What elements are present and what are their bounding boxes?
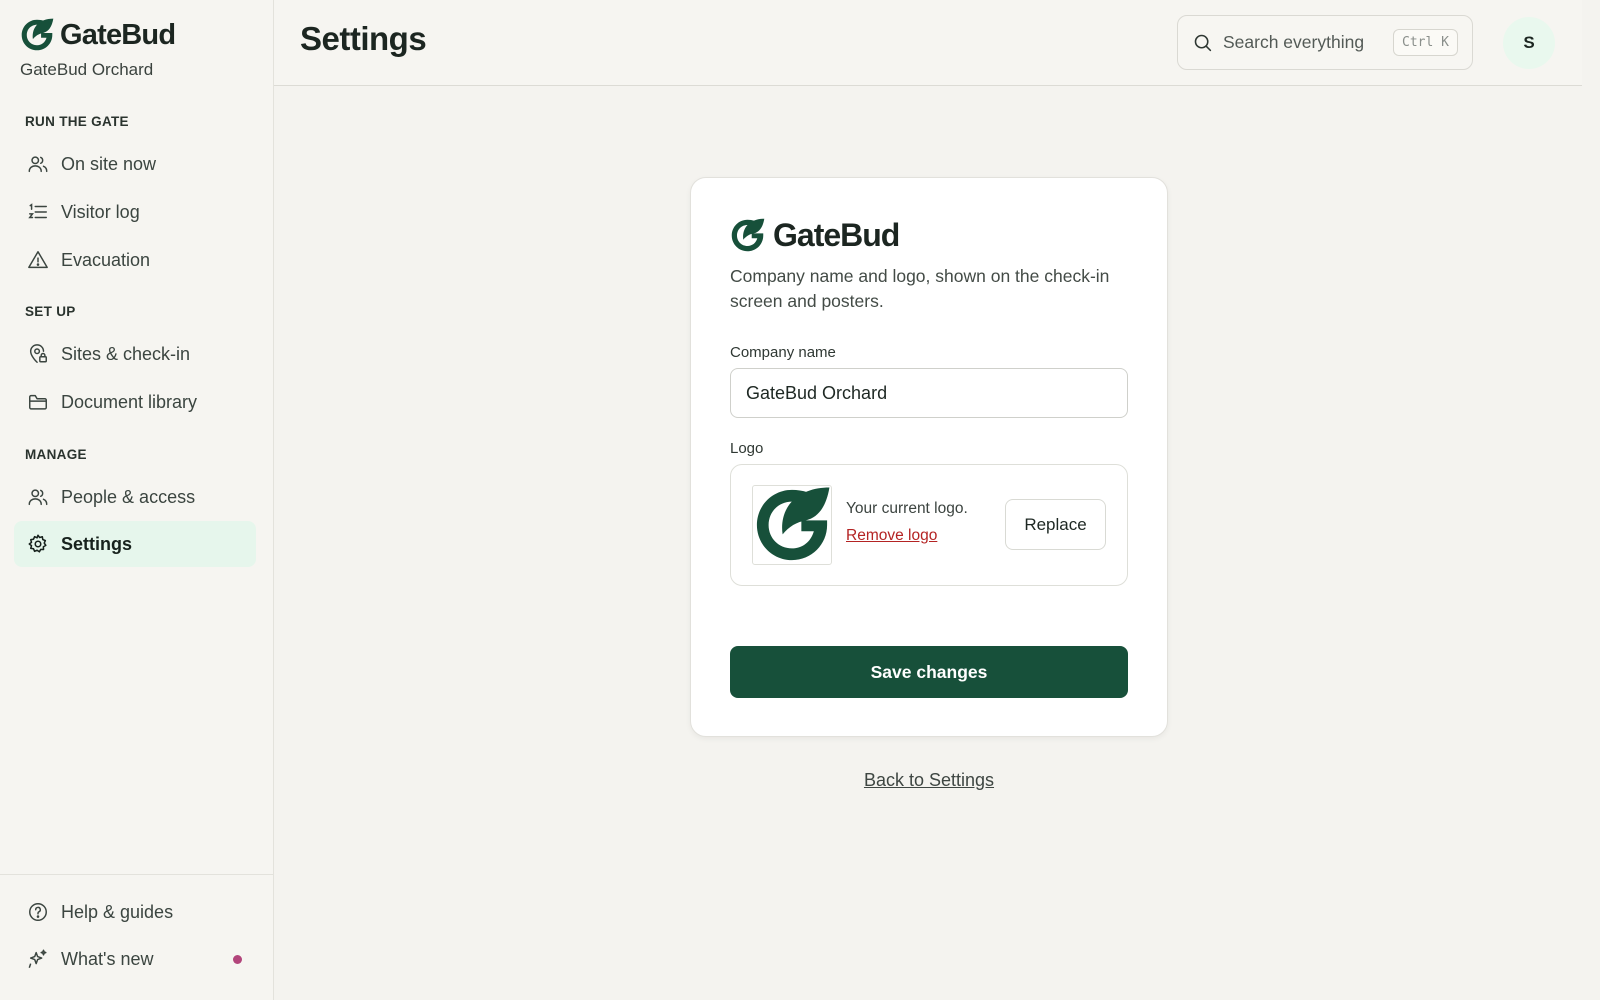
nav-section-run-the-gate: RUN THE GATE <box>25 114 129 129</box>
logo-label: Logo <box>730 440 764 457</box>
top-bar: Settings Search everything Ctrl K S <box>274 0 1582 86</box>
brand-name: GateBud <box>60 18 176 51</box>
avatar[interactable]: S <box>1503 17 1555 69</box>
sidebar-item-label: Document library <box>61 391 198 412</box>
card-brand-name: GateBud <box>773 217 900 253</box>
sidebar-item-label: Sites & check-in <box>61 343 191 364</box>
gatebud-logo-icon <box>730 218 765 253</box>
sidebar-item-label: On site now <box>61 153 157 174</box>
sparkle-icon <box>28 949 47 968</box>
replace-logo-button[interactable]: Replace <box>1005 499 1106 550</box>
gatebud-logo-icon <box>753 486 831 564</box>
nav-section-manage: MANAGE <box>25 447 87 462</box>
sidebar-item-label: What's new <box>61 948 154 969</box>
sidebar-item-visitor-log[interactable]: Visitor log <box>14 189 256 235</box>
help-icon <box>29 903 47 921</box>
people-icon <box>28 156 48 173</box>
sidebar-item-help[interactable]: Help & guides <box>14 889 256 935</box>
sidebar-item-label: People & access <box>61 486 196 507</box>
company-name-label: Company name <box>730 344 836 361</box>
sidebar-item-sites-check-in[interactable]: Sites & check-in <box>14 331 256 377</box>
new-indicator-dot <box>233 955 242 964</box>
sidebar-item-label: Settings <box>61 533 133 554</box>
brand-logo[interactable]: GateBud <box>20 18 176 52</box>
sidebar-item-people-access[interactable]: People & access <box>14 474 256 520</box>
nav-section-set-up: SET UP <box>25 304 76 319</box>
sidebar-item-whats-new[interactable]: What's new <box>14 936 256 982</box>
company-settings-card: GateBud Company name and logo, shown on … <box>690 177 1168 737</box>
search-icon <box>1194 34 1212 52</box>
sidebar-item-document-library[interactable]: Document library <box>14 379 256 425</box>
search-input[interactable]: Search everything Ctrl K <box>1177 15 1473 70</box>
sidebar-footer: Help & guides What's new <box>0 874 273 1000</box>
logo-preview <box>752 485 832 565</box>
logo-panel: Your current logo. Remove logo Replace <box>730 464 1128 586</box>
save-changes-button[interactable]: Save changes <box>730 646 1128 698</box>
location-lock-icon <box>29 344 47 363</box>
org-name: GateBud Orchard <box>20 60 154 79</box>
gatebud-logo-icon <box>20 18 54 52</box>
sidebar: GateBud GateBud Orchard RUN THE GATE On … <box>0 0 274 1000</box>
remove-logo-link[interactable]: Remove logo <box>846 527 937 545</box>
people-icon <box>28 489 48 506</box>
company-name-field[interactable] <box>730 368 1128 418</box>
folder-icon <box>29 394 47 410</box>
sidebar-item-label: Help & guides <box>61 901 174 922</box>
back-to-settings-link[interactable]: Back to Settings <box>690 770 1168 791</box>
sidebar-item-evacuation[interactable]: Evacuation <box>14 237 256 283</box>
page-title: Settings <box>300 20 427 57</box>
warning-icon <box>28 251 48 269</box>
sidebar-item-label: Evacuation <box>61 249 151 270</box>
search-shortcut-badge: Ctrl K <box>1393 29 1458 56</box>
gear-icon <box>28 534 47 553</box>
sidebar-item-settings[interactable]: Settings <box>14 521 256 567</box>
sidebar-item-on-site-now[interactable]: On site now <box>14 141 256 187</box>
sidebar-item-label: Visitor log <box>61 201 140 222</box>
logo-current-text: Your current logo. <box>846 500 968 517</box>
card-description: Company name and logo, shown on the chec… <box>730 266 1110 311</box>
list-icon <box>28 203 47 219</box>
card-brand: GateBud <box>730 217 900 254</box>
search-placeholder: Search everything <box>1223 32 1365 52</box>
